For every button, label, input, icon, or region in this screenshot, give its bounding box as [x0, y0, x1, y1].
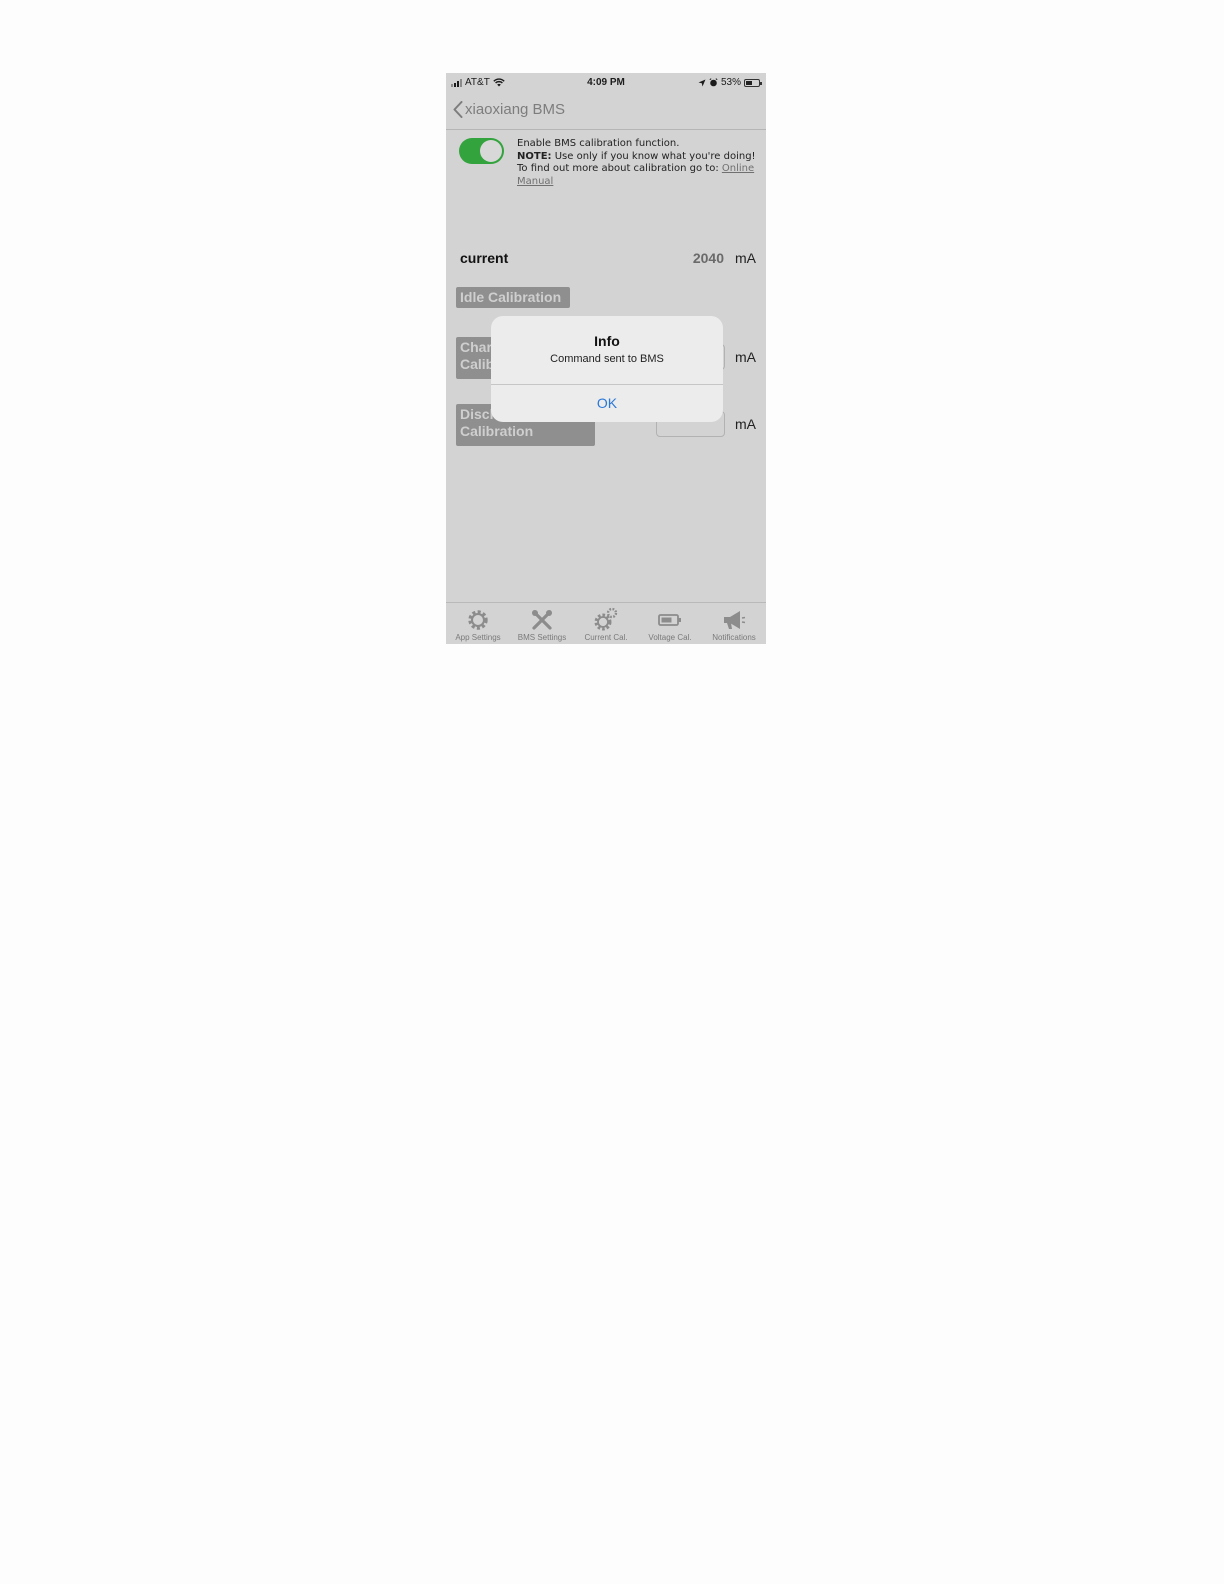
tab-label: Current Cal. [584, 633, 628, 642]
phone-screen: AT&T 4:09 PM 53% xiaoxiang BMS Enable BM… [446, 73, 766, 644]
alert-ok-button[interactable]: OK [491, 385, 723, 422]
tab-label: Voltage Cal. [648, 633, 692, 642]
navigation-bar: xiaoxiang BMS [446, 93, 766, 130]
megaphone-icon [724, 611, 746, 629]
tab-label: Notifications [712, 633, 756, 642]
enable-text: Enable BMS calibration function. [517, 138, 680, 149]
tab-bms-settings[interactable]: BMS Settings [510, 603, 574, 644]
alert-title: Info [594, 333, 620, 349]
gear-icon [468, 610, 488, 630]
back-label: xiaoxiang BMS [465, 101, 566, 118]
tab-bar: App Settings BMS Settings Current Cal. V… [446, 602, 766, 644]
current-value: 2040 [692, 250, 724, 266]
current-unit: mA [735, 250, 756, 266]
tab-app-settings[interactable]: App Settings [446, 603, 510, 644]
tab-voltage-cal[interactable]: Voltage Cal. [638, 603, 702, 644]
chevron-left-icon [453, 101, 463, 118]
alarm-icon [709, 78, 718, 87]
note-label: NOTE: [517, 150, 552, 162]
status-bar: AT&T 4:09 PM 53% [446, 73, 766, 93]
note-text: Use only if you know what you're doing! … [517, 150, 756, 175]
tools-icon [532, 610, 552, 630]
back-button[interactable]: xiaoxiang BMS [453, 101, 565, 118]
location-icon [698, 79, 706, 86]
idle-calibration-button[interactable]: Idle Calibration [456, 287, 570, 308]
discharge-button-line2: Calibration [460, 423, 534, 439]
battery-icon [658, 614, 681, 626]
tab-label: BMS Settings [517, 633, 567, 642]
note-paragraph: NOTE: Use only if you know what you're d… [517, 151, 757, 189]
tab-notifications[interactable]: Notifications [702, 603, 766, 644]
battery-percent: 53% [720, 77, 741, 88]
battery-icon [744, 78, 762, 87]
discharge-unit: mA [735, 416, 756, 432]
status-right: 53% [698, 77, 762, 88]
calibration-toggle[interactable] [459, 138, 504, 164]
tab-label: App Settings [455, 633, 501, 642]
current-label: current [460, 250, 509, 266]
tab-current-cal[interactable]: Current Cal. [574, 603, 638, 644]
gears-icon [594, 607, 618, 631]
charge-unit: mA [735, 349, 756, 365]
info-alert-dialog: Info Command sent to BMS OK [491, 316, 723, 422]
toggle-knob [480, 140, 502, 162]
alert-message: Command sent to BMS [550, 353, 664, 365]
calibration-note: Enable BMS calibration function. NOTE: U… [517, 138, 757, 188]
